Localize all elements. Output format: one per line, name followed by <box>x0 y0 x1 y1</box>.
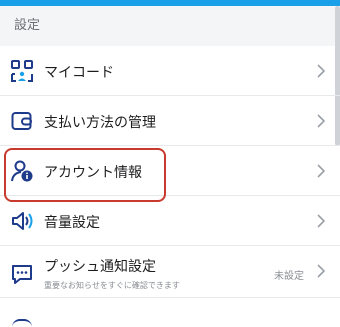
menu-item-label: マイコード <box>44 65 114 81</box>
menu-item-label: 音量設定 <box>44 215 100 231</box>
chevron-right-icon <box>316 163 326 179</box>
menu-item-label: 支払い方法の管理 <box>44 115 156 131</box>
menu-item-sublabel: 重要なお知らせをすぐに確認できます <box>44 281 180 290</box>
highlight-annotation <box>4 148 166 202</box>
partial-next-row-icon <box>12 319 32 327</box>
wallet-icon <box>10 109 34 133</box>
status-value: 未設定 <box>274 271 304 282</box>
menu-item-volume-settings[interactable]: 音量設定 <box>0 196 340 246</box>
qr-code-icon <box>10 59 34 83</box>
chevron-right-icon <box>316 263 326 279</box>
menu-item-push-notifications[interactable]: プッシュ通知設定 重要なお知らせをすぐに確認できます 未設定 <box>0 246 340 298</box>
speaker-icon <box>10 209 34 233</box>
menu-item-my-code[interactable]: マイコード <box>0 46 340 96</box>
chevron-right-icon <box>316 213 326 229</box>
section-header: 設定 <box>0 6 340 46</box>
menu-item-label: プッシュ通知設定 <box>44 259 156 275</box>
menu-item-payment-methods[interactable]: 支払い方法の管理 <box>0 96 340 146</box>
chat-bubble-icon <box>10 262 34 286</box>
chevron-right-icon <box>316 63 326 79</box>
chevron-right-icon <box>316 113 326 129</box>
section-title: 設定 <box>14 18 41 33</box>
